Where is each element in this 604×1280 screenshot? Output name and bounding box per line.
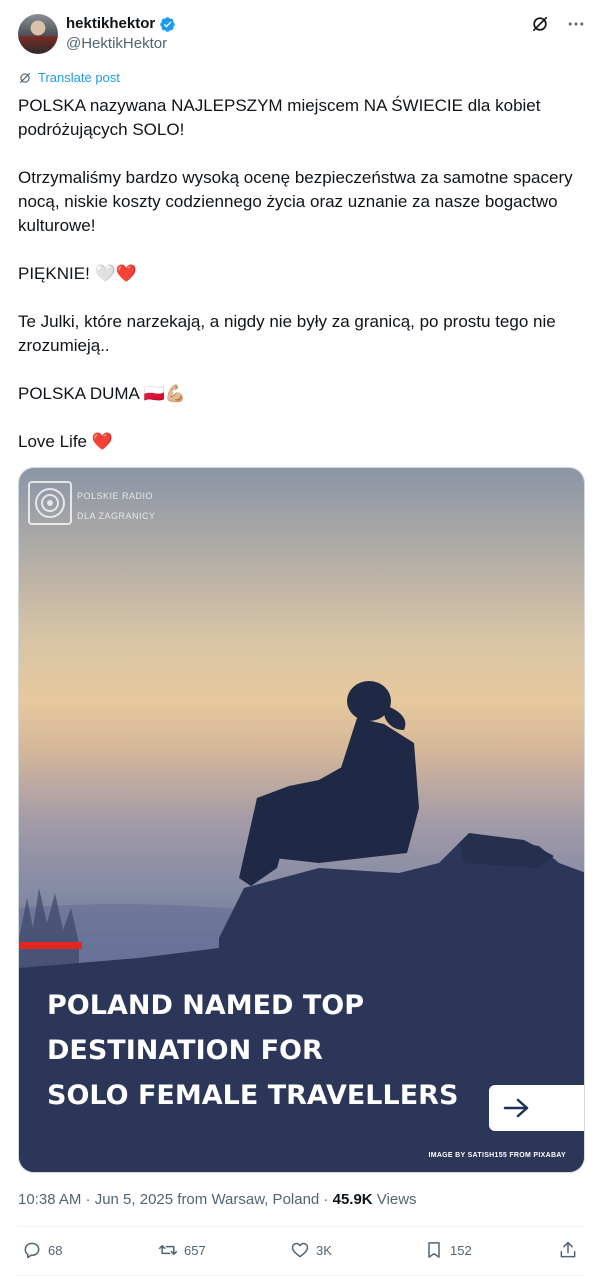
divider — [18, 1226, 585, 1227]
bookmark-icon — [428, 1242, 440, 1258]
tweet-paragraph: POLSKA DUMA 🇵🇱💪🏼 — [18, 384, 186, 403]
image-credit: IMAGE BY SATISH155 FROM PIXABAY — [428, 1152, 566, 1159]
tweet-paragraph: POLSKA nazywana NAJLEPSZYM miejscem NA Ś… — [18, 96, 541, 139]
radio-logo-text: POLSKIE RADIO DLA ZAGRANICY — [77, 491, 156, 521]
tweet-meta: 10:38 AM · Jun 5, 2025 from Warsaw, Pola… — [18, 1190, 417, 1210]
translate-post-link[interactable]: Translate post — [18, 70, 120, 85]
repost-icon — [158, 1245, 178, 1255]
views-label: Views — [372, 1191, 417, 1208]
author-handle[interactable]: @HektikHektor — [66, 34, 176, 54]
author-display-name[interactable]: hektikhektor — [66, 14, 155, 34]
more-icon[interactable] — [566, 14, 586, 34]
tweet-paragraph: Te Julki, które narzekają, a nigdy nie b… — [18, 312, 556, 355]
repost-button[interactable]: 657 — [158, 1240, 206, 1260]
like-button[interactable]: 3K — [290, 1240, 332, 1260]
translate-label[interactable]: Translate post — [38, 70, 120, 85]
open-article-button[interactable] — [489, 1085, 584, 1131]
header-actions — [530, 12, 586, 36]
views-count: 45.9K — [332, 1191, 373, 1208]
reply-button[interactable]: 68 — [22, 1240, 62, 1260]
media-image[interactable]: POLSKIE RADIO DLA ZAGRANICY POLAND NAMED… — [18, 467, 585, 1173]
timestamp-location[interactable]: 10:38 AM · Jun 5, 2025 from Warsaw, Pola… — [18, 1191, 333, 1208]
grok-icon[interactable] — [530, 14, 550, 34]
share-button[interactable] — [558, 1240, 578, 1260]
arrow-right-icon — [503, 1098, 529, 1118]
grok-icon — [19, 72, 31, 83]
action-bar: 68 657 3K 152 — [18, 1240, 585, 1264]
share-icon — [560, 1241, 576, 1258]
verified-badge-icon — [160, 16, 175, 32]
red-accent-bar — [19, 942, 82, 949]
author-info[interactable]: hektikhektor @HektikHektor — [66, 14, 176, 54]
bookmark-button[interactable]: 152 — [424, 1240, 472, 1260]
repost-count: 657 — [184, 1242, 206, 1258]
reply-icon — [24, 1242, 40, 1259]
heart-icon — [291, 1242, 309, 1258]
bookmark-count: 152 — [450, 1242, 472, 1258]
tweet-paragraph: Otrzymaliśmy bardzo wysoką ocenę bezpiec… — [18, 168, 573, 235]
tweet-text: POLSKA nazywana NAJLEPSZYM miejscem NA Ś… — [18, 94, 578, 454]
reply-count: 68 — [48, 1242, 63, 1258]
avatar[interactable] — [18, 14, 58, 54]
divider — [18, 1275, 585, 1276]
tweet-paragraph: PIĘKNIE! 🤍❤️ — [18, 264, 137, 283]
like-count: 3K — [316, 1242, 332, 1258]
tweet-paragraph: Love Life ❤️ — [18, 432, 113, 451]
tweet-header: hektikhektor @HektikHektor — [18, 12, 586, 56]
